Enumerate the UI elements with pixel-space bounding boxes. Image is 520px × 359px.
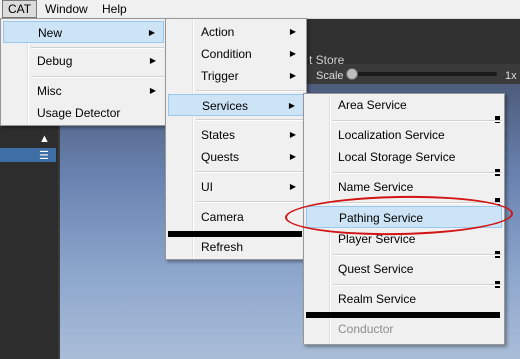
menu-item-label: Realm Service [338,292,417,306]
scene-tab-title[interactable]: t Store [309,53,344,67]
menubar: CAT Window Help [0,0,520,19]
menu-separator [333,120,502,122]
menu-separator [31,76,164,78]
services-item-conductor: Conductor [306,318,502,340]
menu-item-label: Localization Service [338,128,445,142]
thumb-icon[interactable]: ▲ [39,133,50,145]
services-item-realm[interactable]: Realm Service [306,288,502,310]
submenu-arrow-icon: ▶ [289,130,296,139]
menu-separator [31,47,164,49]
services-item-quest[interactable]: Quest Service [306,258,502,280]
services-item-area[interactable]: Area Service [306,94,502,116]
list-icon[interactable]: ☰ [39,149,49,162]
submenu-arrow-icon: ▶ [289,27,296,36]
menu-item-label: States [201,128,236,142]
menu-window[interactable]: Window [40,1,93,17]
menu-item-label: Refresh [201,240,244,254]
submenu-arrow-icon: ▶ [149,56,156,65]
cat-menu-item-misc[interactable]: Misc ▶ [3,80,164,102]
new-menu-item-condition[interactable]: Condition ▶ [168,43,304,65]
submenu-arrow-icon: ▶ [289,49,296,58]
menu-item-label: Action [201,25,235,39]
scale-label: Scale [316,70,344,82]
cat-menu-item-debug[interactable]: Debug ▶ [3,50,164,72]
menu-separator [196,90,304,92]
menu-item-label: Conductor [338,322,394,336]
zoom-label: 1x [505,70,517,82]
new-menu-item-action[interactable]: Action ▶ [168,21,304,43]
services-item-localization[interactable]: Localization Service [306,124,502,146]
services-item-local-storage[interactable]: Local Storage Service [306,146,502,168]
cat-menu-item-usage-detector[interactable]: Usage Detector [3,102,164,124]
menu-separator [196,119,304,121]
menu-separator [333,284,502,286]
menu-item-label: Quests [201,150,240,164]
menu-separator [196,171,304,173]
services-item-name[interactable]: Name Service [306,176,502,198]
submenu-arrow-icon: ▶ [288,101,295,110]
menu-item-label: Area Service [338,98,407,112]
cat-menu: New ▶ Debug ▶ Misc ▶ Usage Detector [0,18,167,126]
menu-item-label: Usage Detector [37,106,121,120]
scale-slider-knob[interactable] [346,68,358,80]
menu-item-label: Debug [37,54,73,68]
menu-item-label: Quest Service [338,262,414,276]
new-menu-item-quests[interactable]: Quests ▶ [168,146,304,168]
menu-separator [333,172,502,174]
menu-item-label: Misc [37,84,62,98]
menu-separator [196,201,304,203]
menu-cat[interactable]: CAT [2,0,38,18]
new-menu-item-camera[interactable]: Camera [168,206,304,228]
submenu-arrow-icon: ▶ [289,152,296,161]
new-menu-item-states[interactable]: States ▶ [168,124,304,146]
menu-help[interactable]: Help [97,1,132,17]
new-menu-item-trigger[interactable]: Trigger ▶ [168,65,304,87]
menu-item-label: UI [201,180,213,194]
cat-menu-item-new[interactable]: New ▶ [3,21,164,43]
new-submenu: Action ▶ Condition ▶ Trigger ▶ Services … [165,18,307,260]
new-menu-item-ui[interactable]: UI ▶ [168,176,304,198]
submenu-arrow-icon: ▶ [289,182,296,191]
menu-item-label: Local Storage Service [338,150,456,164]
submenu-arrow-icon: ▶ [289,71,296,80]
scale-slider-track[interactable] [347,72,497,76]
menu-item-label: Trigger [201,69,239,83]
new-menu-item-refresh[interactable]: Refresh [168,236,304,258]
menu-item-label: Services [202,99,249,113]
submenu-arrow-icon: ▶ [148,28,155,37]
menu-separator [333,254,502,256]
menu-item-label: New [38,26,63,40]
menu-item-label: Name Service [338,180,414,194]
submenu-arrow-icon: ▶ [149,86,156,95]
menu-item-label: Camera [201,210,244,224]
menu-item-label: Condition [201,47,252,61]
new-menu-item-services[interactable]: Services ▶ [168,94,304,116]
